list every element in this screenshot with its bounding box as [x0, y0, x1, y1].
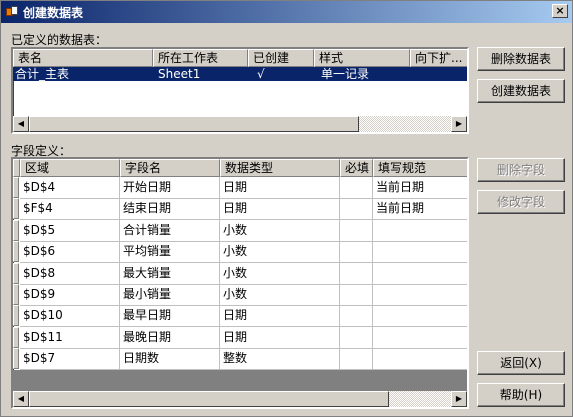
table-created-cell: √: [257, 67, 265, 81]
field-cell-rule[interactable]: 当前日期: [373, 177, 424, 198]
col-style[interactable]: 样式: [314, 49, 410, 67]
dialog-window: 创建数据表 × 已定义的数据表： 表名 所在工作表 已创建 样式 向下扩... …: [0, 0, 573, 417]
table-sheet-cell: Sheet1: [158, 67, 201, 81]
table-name-cell: 合计_主表: [15, 67, 70, 81]
col-rule[interactable]: 填写规范: [373, 159, 467, 177]
scroll-left-icon[interactable]: ◀: [13, 116, 29, 132]
col-data-type[interactable]: 数据类型: [220, 159, 340, 177]
field-cell-required[interactable]: [340, 305, 343, 326]
table-style-cell: 单一记录: [321, 67, 370, 81]
close-button[interactable]: ×: [552, 4, 568, 18]
row-header[interactable]: [13, 219, 19, 241]
row-header[interactable]: [13, 198, 19, 220]
field-cell-range[interactable]: $D$7: [20, 348, 55, 369]
back-button[interactable]: 返回(X): [477, 351, 565, 375]
col-required[interactable]: 必填: [340, 159, 373, 177]
field-cell-type[interactable]: 小数: [220, 220, 247, 241]
field-cell-type[interactable]: 小数: [220, 284, 247, 305]
field-cell-type[interactable]: 日期: [220, 327, 247, 348]
field-cell-required[interactable]: [340, 241, 343, 262]
grid-corner: [13, 159, 20, 177]
field-cell-range[interactable]: $D$6: [20, 241, 55, 262]
field-cell-field[interactable]: 日期数: [120, 348, 159, 369]
row-header[interactable]: [13, 348, 19, 370]
field-cell-rule[interactable]: [373, 305, 376, 326]
field-cell-rule[interactable]: 当前日期: [373, 198, 424, 219]
field-cell-required[interactable]: [340, 177, 343, 198]
grid-empty-area: [13, 370, 467, 391]
scroll-thumb[interactable]: [29, 116, 359, 132]
field-cell-type[interactable]: 日期: [220, 305, 247, 326]
tables-hscrollbar[interactable]: ◀ ▶: [13, 116, 467, 132]
col-range[interactable]: 区域: [20, 159, 120, 177]
fields-scroll-right-icon[interactable]: ▶: [451, 391, 467, 407]
defined-tables-label: 已定义的数据表：: [11, 33, 108, 47]
field-cell-required[interactable]: [340, 263, 343, 284]
col-extend[interactable]: 向下扩...: [410, 49, 467, 67]
field-cell-required[interactable]: [340, 220, 343, 241]
field-cell-required[interactable]: [340, 327, 343, 348]
fields-grid[interactable]: 区域 字段名 数据类型 必填 填写规范 $D$4 开始日期 日期 当前日期 $F$4 结束…: [11, 157, 469, 409]
col-sheet[interactable]: 所在工作表: [153, 49, 248, 67]
field-cell-field[interactable]: 平均销量: [120, 241, 171, 262]
fields-hscrollbar[interactable]: ◀ ▶: [13, 391, 467, 407]
field-cell-rule[interactable]: [373, 263, 376, 284]
delete-field-button[interactable]: 删除字段: [477, 158, 565, 182]
row-header[interactable]: [13, 284, 19, 305]
field-cell-range[interactable]: $D$9: [20, 284, 55, 305]
field-cell-type[interactable]: 日期: [220, 198, 247, 219]
fields-scroll-thumb[interactable]: [29, 391, 389, 407]
field-cell-required[interactable]: [340, 284, 343, 305]
field-cell-range[interactable]: $F$4: [20, 198, 53, 219]
field-cell-field[interactable]: 最早日期: [120, 305, 171, 326]
field-cell-range[interactable]: $D$5: [20, 220, 55, 241]
field-cell-type[interactable]: 日期: [220, 177, 247, 198]
row-header[interactable]: [13, 241, 19, 263]
field-cell-range[interactable]: $D$8: [20, 263, 55, 284]
scroll-right-icon[interactable]: ▶: [451, 116, 467, 132]
field-cell-field[interactable]: 最小销量: [120, 284, 171, 305]
field-cell-rule[interactable]: [373, 348, 376, 369]
field-cell-range[interactable]: $D$11: [20, 327, 63, 348]
row-header[interactable]: [13, 326, 19, 348]
col-table-name[interactable]: 表名: [13, 49, 153, 67]
field-cell-field[interactable]: 最晚日期: [120, 327, 171, 348]
fields-scroll-left-icon[interactable]: ◀: [13, 391, 29, 407]
field-cell-field[interactable]: 合计销量: [120, 220, 171, 241]
field-cell-rule[interactable]: [373, 220, 376, 241]
col-created[interactable]: 已创建: [248, 49, 314, 67]
window-title: 创建数据表: [23, 5, 84, 20]
field-cell-type[interactable]: 小数: [220, 241, 247, 262]
field-cell-rule[interactable]: [373, 327, 376, 348]
field-cell-required[interactable]: [340, 198, 343, 219]
field-cell-range[interactable]: $D$4: [20, 177, 55, 198]
field-cell-field[interactable]: 开始日期: [120, 177, 171, 198]
row-header[interactable]: [13, 305, 19, 327]
help-button[interactable]: 帮助(H): [477, 383, 565, 407]
title-bar: 创建数据表 ×: [1, 1, 572, 23]
row-header[interactable]: [13, 177, 19, 198]
defined-tables-list[interactable]: 表名 所在工作表 已创建 样式 向下扩... 合计_主表 Sheet1 √ 单一…: [11, 47, 469, 134]
field-cell-type[interactable]: 小数: [220, 263, 247, 284]
field-cell-rule[interactable]: [373, 284, 376, 305]
field-cell-field[interactable]: 结束日期: [120, 198, 171, 219]
row-header[interactable]: [13, 262, 19, 284]
field-cell-required[interactable]: [340, 348, 343, 369]
edit-field-button[interactable]: 修改字段: [477, 190, 565, 214]
table-row-selected[interactable]: 合计_主表 Sheet1 √ 单一记录: [13, 67, 467, 81]
field-cell-rule[interactable]: [373, 241, 376, 262]
delete-table-button[interactable]: 删除数据表: [477, 47, 565, 71]
field-cell-field[interactable]: 最大销量: [120, 263, 171, 284]
app-icon: [5, 5, 19, 19]
create-table-button[interactable]: 创建数据表: [477, 79, 565, 103]
field-cell-range[interactable]: $D$10: [20, 305, 63, 326]
field-cell-type[interactable]: 整数: [220, 348, 247, 369]
col-field-name[interactable]: 字段名: [120, 159, 220, 177]
